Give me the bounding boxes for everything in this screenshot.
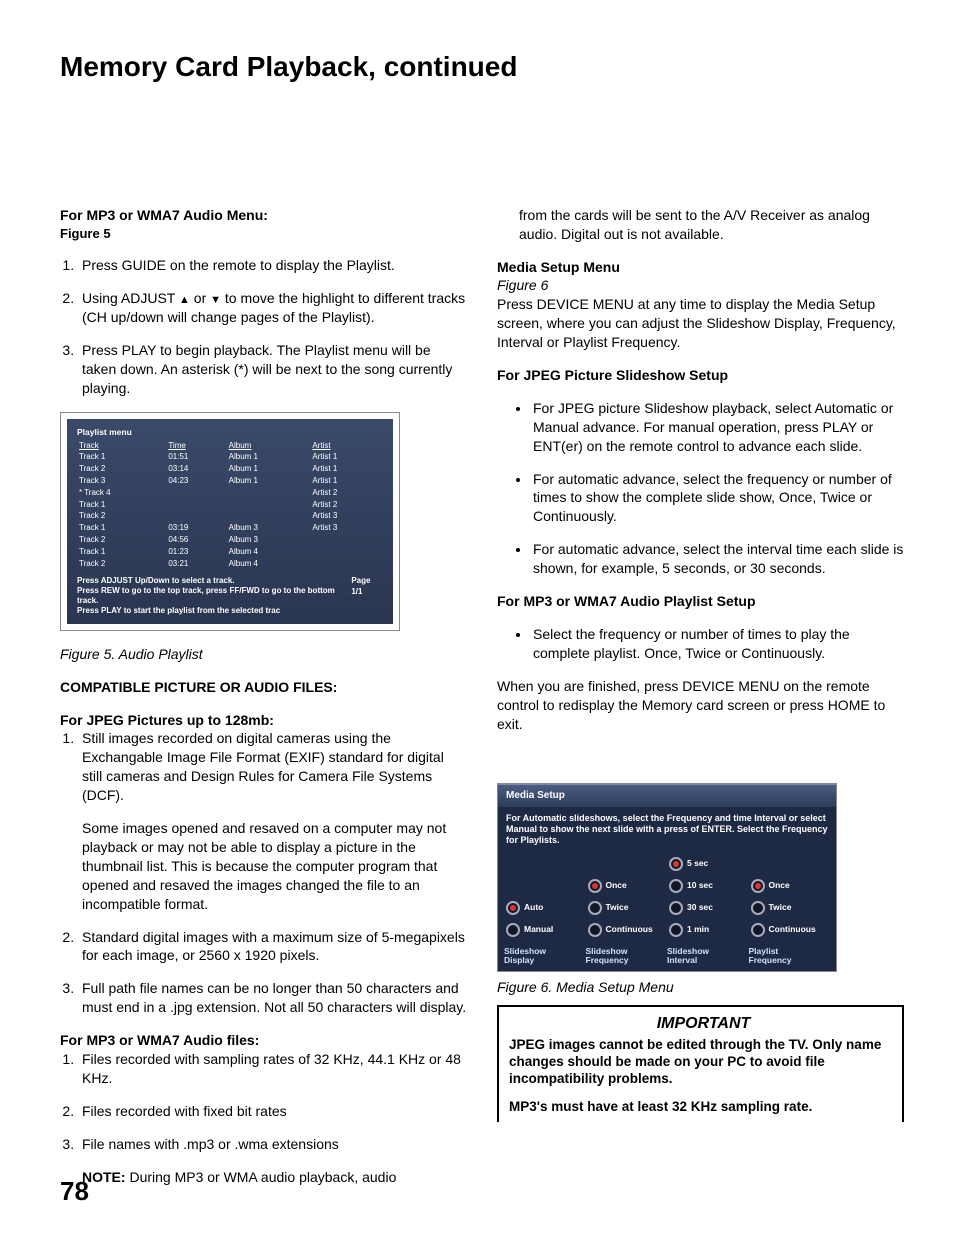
radio-manual: Manual <box>504 919 586 941</box>
radio-icon <box>588 923 602 937</box>
fig5-help1: Press ADJUST Up/Down to select a track. <box>77 576 351 586</box>
important-body-2: MP3's must have at least 32 KHz sampling… <box>509 1099 898 1116</box>
jpeg-slideshow-bullets: For JPEG picture Slideshow playback, sel… <box>497 399 904 578</box>
figure-5-caption: Figure 5. Audio Playlist <box>60 645 467 664</box>
fig5-help2: Press REW to go to the top track, press … <box>77 586 351 606</box>
table-row: Track 101:23Album 4 <box>77 546 383 558</box>
radio-ptwice: Twice <box>749 897 831 919</box>
radio-icon <box>506 923 520 937</box>
figure-ref-6: Figure 6 <box>497 276 904 295</box>
table-row: Track 204:56Album 3 <box>77 534 383 546</box>
radio-once: Once <box>586 875 668 897</box>
table-row: Track 103:19Album 3Artist 3 <box>77 523 383 535</box>
radio-1min: 1 min <box>667 919 749 941</box>
audio-item-2: Files recorded with fixed bit rates <box>78 1102 467 1121</box>
radio-icon <box>588 879 602 893</box>
jpeg-item-1: Still images recorded on digital cameras… <box>78 729 467 913</box>
table-row: Track 101:51Album 1Artist 1 <box>77 452 383 464</box>
fig6-desc: For Automatic slideshows, select the Fre… <box>498 807 836 853</box>
radio-twice: Twice <box>586 897 668 919</box>
radio-continuous: Continuous <box>586 919 668 941</box>
th-album: Album <box>227 440 311 452</box>
step-3: Press PLAY to begin playback. The Playli… <box>78 341 467 398</box>
radio-pcontinuous: Continuous <box>749 919 831 941</box>
arrow-down-icon <box>210 290 221 306</box>
table-row: Track 1Artist 2 <box>77 499 383 511</box>
radio-30sec: 30 sec <box>667 897 749 919</box>
note-block: NOTE: During MP3 or WMA audio playback, … <box>82 1168 467 1187</box>
media-setup-text: Press DEVICE MENU at any time to display… <box>497 295 904 352</box>
fig5-title: Playlist menu <box>77 427 383 438</box>
radio-icon <box>506 901 520 915</box>
page-number: 78 <box>60 1174 89 1209</box>
radio-icon <box>669 923 683 937</box>
radio-icon <box>751 923 765 937</box>
heading-jpeg-slideshow: For JPEG Picture Slideshow Setup <box>497 366 904 385</box>
radio-10sec: 10 sec <box>667 875 749 897</box>
heading-compatible-files: COMPATIBLE PICTURE OR AUDIO FILES: <box>60 678 467 697</box>
hdr-pfreq: PlaylistFrequency <box>749 947 831 966</box>
table-row: * Track 4Artist 2 <box>77 487 383 499</box>
radio-auto: Auto <box>504 897 586 919</box>
arrow-up-icon <box>179 290 190 306</box>
th-time: Time <box>166 440 226 452</box>
page-title: Memory Card Playback, continued <box>60 48 904 86</box>
important-box: IMPORTANT JPEG images cannot be edited t… <box>497 1005 904 1122</box>
hdr-freq: SlideshowFrequency <box>586 947 668 966</box>
bullet-1: For JPEG picture Slideshow playback, sel… <box>531 399 904 456</box>
table-row: Track 203:14Album 1Artist 1 <box>77 464 383 476</box>
radio-icon <box>588 901 602 915</box>
radio-icon <box>669 879 683 893</box>
fig5-page: Page 1/1 <box>351 576 383 616</box>
bullet-3: For automatic advance, select the interv… <box>531 540 904 578</box>
th-artist: Artist <box>310 440 383 452</box>
important-body-1: JPEG images cannot be edited through the… <box>509 1037 898 1088</box>
jpeg-item-3: Full path file names can be no longer th… <box>78 979 467 1017</box>
jpeg-list: Still images recorded on digital cameras… <box>60 729 467 1017</box>
note-text: During MP3 or WMA audio playback, audio <box>126 1169 397 1185</box>
figure-5-playlist-screenshot: Playlist menu Track Time Album Artist Tr… <box>60 412 400 631</box>
jpeg-item-2: Standard digital images with a maximum s… <box>78 928 467 966</box>
audio-item-1: Files recorded with sampling rates of 32… <box>78 1050 467 1088</box>
radio-icon <box>669 857 683 871</box>
exit-text: When you are finished, press DEVICE MENU… <box>497 677 904 734</box>
carry-over-text: from the cards will be sent to the A/V R… <box>519 206 904 244</box>
audio-files-list: Files recorded with sampling rates of 32… <box>60 1050 467 1154</box>
heading-media-setup: Media Setup Menu <box>497 258 904 277</box>
radio-icon <box>669 901 683 915</box>
fig6-title: Media Setup <box>498 784 836 807</box>
hdr-display: SlideshowDisplay <box>504 947 586 966</box>
figure-ref-5: Figure 5 <box>60 225 467 243</box>
mp3-playlist-bullets: Select the frequency or number of times … <box>497 625 904 663</box>
bullet-mp3-1: Select the frequency or number of times … <box>531 625 904 663</box>
table-row: Track 304:23Album 1Artist 1 <box>77 475 383 487</box>
figure-6-media-setup-screenshot: Media Setup For Automatic slideshows, se… <box>497 783 837 972</box>
radio-5sec: 5 sec <box>667 853 749 875</box>
table-row: Track 2Artist 3 <box>77 511 383 523</box>
fig5-help3: Press PLAY to start the playlist from th… <box>77 606 351 616</box>
audio-item-3: File names with .mp3 or .wma extensions <box>78 1135 467 1154</box>
radio-ponce: Once <box>749 875 831 897</box>
heading-jpeg-pictures: For JPEG Pictures up to 128mb: <box>60 711 467 730</box>
important-title: IMPORTANT <box>509 1013 898 1035</box>
table-row: Track 203:21Album 4 <box>77 558 383 570</box>
bullet-2: For automatic advance, select the freque… <box>531 470 904 527</box>
step-1: Press GUIDE on the remote to display the… <box>78 256 467 275</box>
fig6-headers: SlideshowDisplay SlideshowFrequency Slid… <box>498 941 836 968</box>
step-2: Using ADJUST or to move the highlight to… <box>78 289 467 327</box>
heading-audio-files: For MP3 or WMA7 Audio files: <box>60 1031 467 1050</box>
figure-6-caption: Figure 6. Media Setup Menu <box>497 978 904 997</box>
left-column: For MP3 or WMA7 Audio Menu: Figure 5 Pre… <box>60 206 467 1187</box>
radio-icon <box>751 879 765 893</box>
hdr-interval: SlideshowInterval <box>667 947 749 966</box>
heading-mp3-playlist-setup: For MP3 or WMA7 Audio Playlist Setup <box>497 592 904 611</box>
right-column: from the cards will be sent to the A/V R… <box>497 206 904 1187</box>
radio-icon <box>751 901 765 915</box>
fig5-table: Track Time Album Artist Track 101:51Albu… <box>77 440 383 570</box>
heading-audio-menu: For MP3 or WMA7 Audio Menu: <box>60 206 467 225</box>
th-track: Track <box>77 440 166 452</box>
audio-menu-steps: Press GUIDE on the remote to display the… <box>60 256 467 397</box>
